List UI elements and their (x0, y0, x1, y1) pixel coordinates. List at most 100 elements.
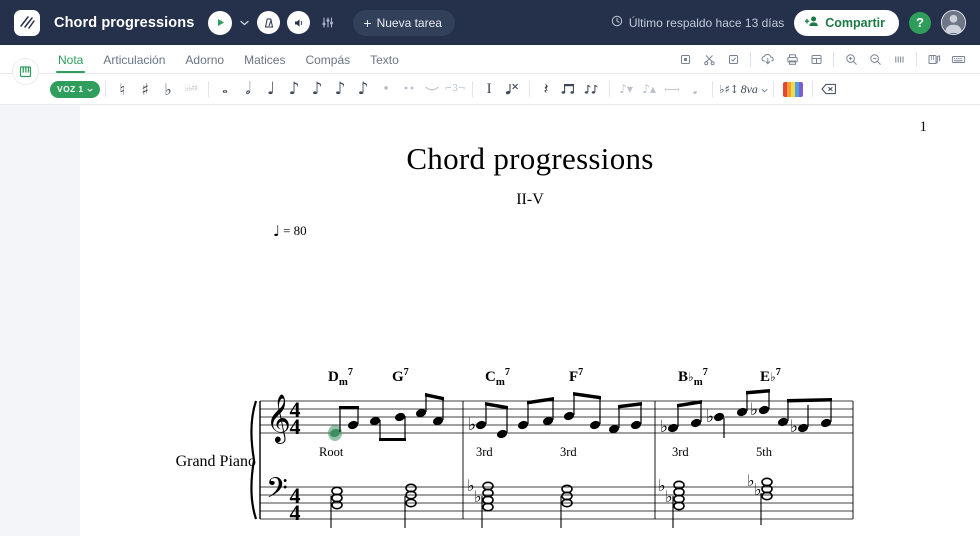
flat-icon[interactable]: ♭ (157, 77, 180, 101)
toolbar-divider (916, 52, 917, 66)
tab-adorno[interactable]: Adorno (175, 53, 234, 73)
sixtyfourth-note-icon[interactable]: ♪ (352, 77, 375, 101)
toolbar-divider (471, 81, 473, 97)
ottava-label: 8va (740, 81, 758, 96)
new-task-label: Nueva tarea (376, 15, 442, 30)
bass-chord-5: ♭ ♭ (658, 476, 685, 528)
share-button[interactable]: Compartir (794, 9, 899, 36)
sharp-icon[interactable]: ♯ (134, 77, 157, 101)
piano-keys-icon[interactable] (12, 58, 39, 85)
svg-text:4: 4 (290, 500, 301, 525)
bass-chord-4 (560, 484, 573, 528)
svg-text:♭: ♭ (660, 417, 668, 437)
avatar[interactable] (941, 10, 966, 35)
menu-bar-tools (673, 48, 980, 73)
tie-icon[interactable] (421, 77, 444, 101)
top-bar: Chord progressions + Nueva tarea Último … (0, 0, 980, 45)
svg-text:♭: ♭ (474, 487, 482, 506)
keyboard-icon[interactable] (946, 48, 970, 70)
svg-text:4: 4 (290, 414, 301, 439)
grace-note-icon[interactable]: 𝅘 (684, 77, 707, 101)
quarter-note-icon[interactable]: ♩ (260, 77, 283, 101)
measure-3-treble-notes: ♭ ♭ ♭ ♭ (660, 389, 832, 438)
sixteenth-note-icon[interactable]: ♪ (306, 77, 329, 101)
octave-up-icon[interactable]: ♪▴ (638, 77, 661, 101)
beam-icon[interactable] (558, 77, 581, 101)
toolbar-divider (772, 81, 774, 97)
playback-controls (208, 10, 337, 35)
color-palette-icon[interactable] (779, 77, 807, 101)
zoom-in-icon[interactable] (839, 48, 863, 70)
key-signature-icon[interactable]: ♭♭♮♯ (180, 77, 203, 101)
treble-clef: 𝄞 (266, 393, 291, 444)
eighth-note-icon[interactable]: ♪ (283, 77, 306, 101)
octave-down-icon[interactable]: ♪▾ (615, 77, 638, 101)
share-label: Compartir (825, 15, 885, 30)
backup-status: Último respaldo hace 13 días (611, 15, 784, 30)
delete-note-icon[interactable] (501, 77, 524, 101)
flat-logo-icon[interactable] (14, 9, 40, 36)
speaker-icon[interactable] (287, 11, 311, 34)
triplet-icon[interactable]: ⌐3¬ (444, 77, 467, 101)
download-icon[interactable] (756, 48, 780, 70)
toolbar-divider (207, 81, 209, 97)
tab-compas[interactable]: Compás (295, 53, 360, 73)
natural-icon[interactable]: ♮ (111, 77, 134, 101)
whole-note-icon[interactable]: 𝅝 (214, 77, 237, 101)
repeat-icon[interactable]: ⟷ (661, 77, 684, 101)
toolbar-divider (750, 52, 751, 66)
thirtysecond-note-icon[interactable]: ♪ (329, 77, 352, 101)
toolbar-divider (711, 81, 713, 97)
voice-selector[interactable]: VOZ 1 (50, 80, 100, 98)
clock-icon (611, 15, 623, 30)
cursor-icon[interactable]: I (478, 77, 501, 101)
chevron-down-icon[interactable] (239, 20, 250, 26)
mixer-icon[interactable] (317, 13, 337, 33)
measure-2-treble-notes: ♭ (468, 392, 642, 439)
tab-matices[interactable]: Matices (234, 53, 295, 73)
piano-brace (250, 400, 258, 520)
help-button[interactable]: ? (909, 11, 931, 34)
time-signature-bass: 4 4 (290, 483, 301, 525)
new-task-button[interactable]: + Nueva tarea (353, 9, 455, 36)
ottava-button[interactable]: 8va (741, 77, 768, 101)
svg-text:♭: ♭ (665, 487, 673, 506)
print-icon[interactable] (780, 48, 804, 70)
cut-icon[interactable] (697, 48, 721, 70)
metronome-icon[interactable] (257, 11, 281, 34)
toolbar-divider (833, 52, 834, 66)
piano-roll-icon[interactable] (922, 48, 946, 70)
note-toolbar: VOZ 1 ♮ ♯ ♭ ♭♭♮♯ 𝅝 𝅗𝅥 ♩ ♪ ♪ ♪ ♪ • •• ⌐3¬… (0, 74, 980, 105)
toolbar-divider (608, 81, 610, 97)
columns-icon[interactable] (887, 48, 911, 70)
menu-tab-list: Nota Articulación Adorno Matices Compás … (48, 53, 409, 73)
backup-label: Último respaldo hace 13 días (628, 15, 785, 30)
backspace-icon[interactable] (818, 77, 841, 101)
double-dot-icon[interactable]: •• (398, 77, 421, 101)
tab-nota[interactable]: Nota (48, 53, 93, 73)
unbeam-icon[interactable] (581, 77, 604, 101)
toolbar-divider (528, 81, 530, 97)
zoom-out-icon[interactable] (863, 48, 887, 70)
layout-icon[interactable] (804, 48, 828, 70)
toolbar-divider (811, 81, 813, 97)
copy-icon[interactable] (673, 48, 697, 70)
bass-clef: 𝄢 (266, 472, 288, 512)
svg-text:♭: ♭ (706, 407, 714, 427)
paste-icon[interactable] (721, 48, 745, 70)
dot-icon[interactable]: • (375, 77, 398, 101)
play-icon[interactable] (208, 10, 233, 35)
transpose-icon[interactable]: ♭♯↕ (718, 77, 741, 101)
svg-text:♭: ♭ (750, 400, 758, 420)
bass-chord-2 (404, 483, 417, 528)
voice-label: VOZ 1 (57, 84, 84, 94)
tab-texto[interactable]: Texto (360, 53, 409, 73)
toolbar-divider (104, 81, 106, 97)
document-title[interactable]: Chord progressions (54, 15, 194, 31)
chevron-down-icon (86, 84, 93, 94)
score-canvas[interactable]: 1 Chord progressions II-V ♩ = 80 Grand P… (0, 105, 980, 536)
rest-icon[interactable]: 𝄽 (535, 77, 558, 101)
chevron-down-icon (761, 80, 768, 98)
half-note-icon[interactable]: 𝅗𝅥 (237, 77, 260, 101)
tab-articulacion[interactable]: Articulación (93, 53, 175, 73)
